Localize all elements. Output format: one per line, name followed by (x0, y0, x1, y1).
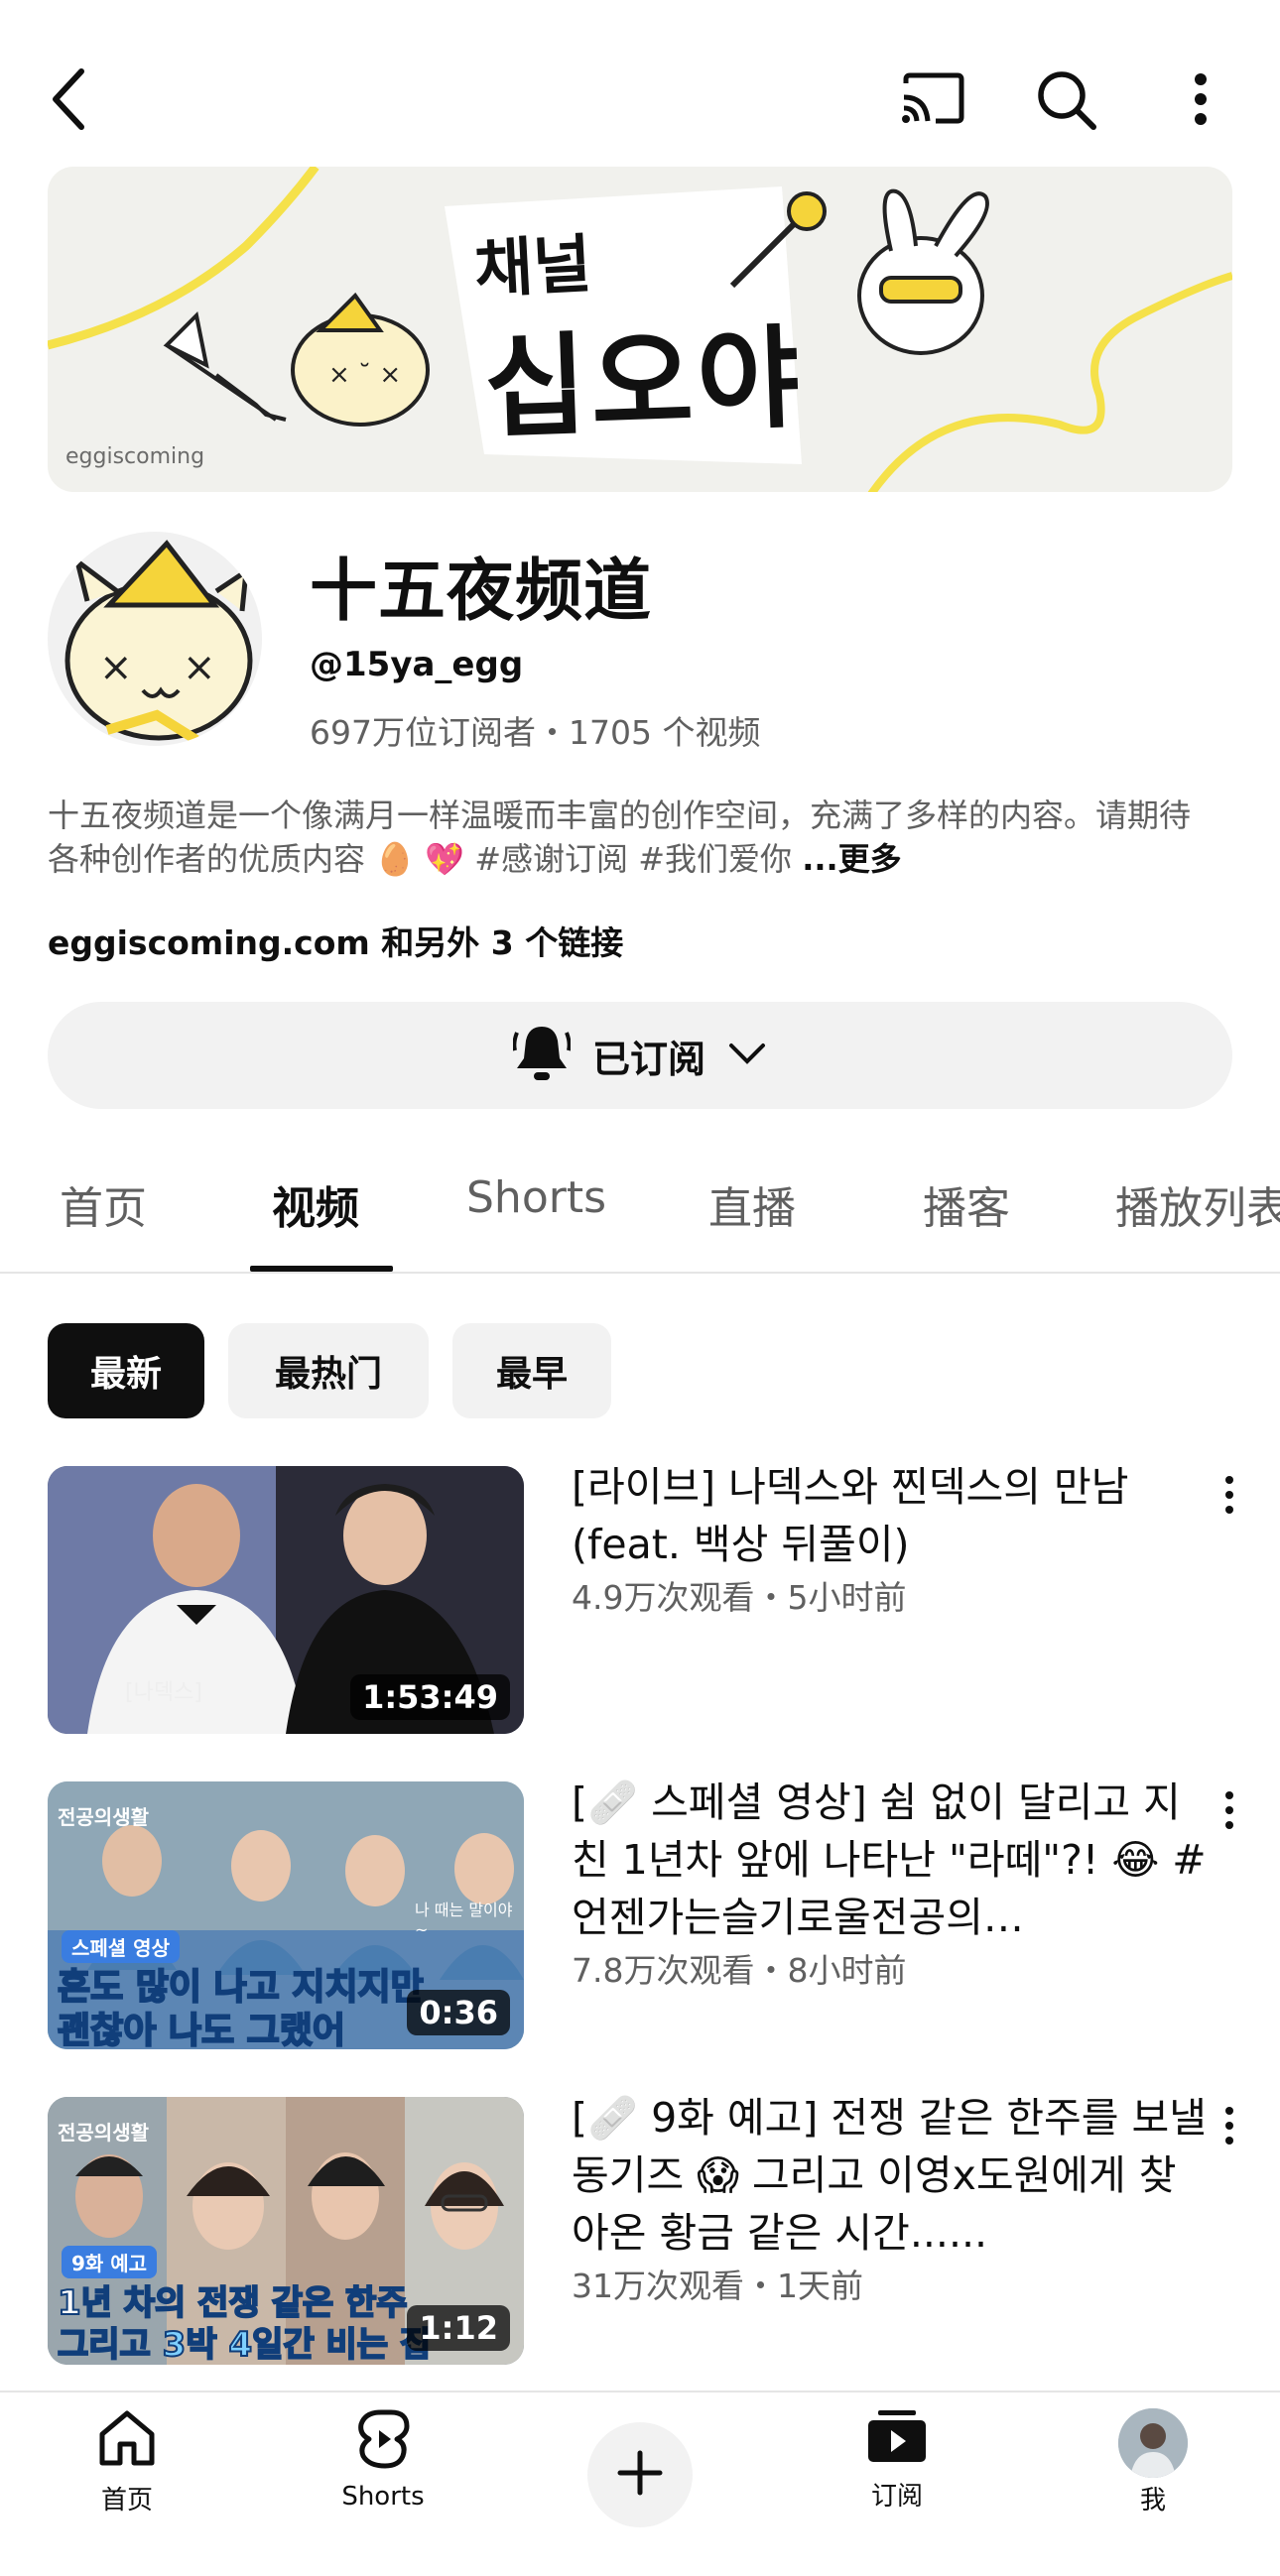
video-meta: 4.9万次观看・5小时前 (572, 1578, 907, 1617)
subscriptions-icon (866, 2408, 928, 2468)
shorts-icon (355, 2408, 411, 2474)
video-title[interactable]: [라이브] 나덱스와 찐덱스의 만남 (feat. 백상 뒤풀이) (572, 1458, 1207, 1573)
video-title[interactable]: [🩹 스페셜 영상] 쉼 없이 달리고 지친 1년차 앞에 나타난 "라떼"?!… (572, 1774, 1207, 1946)
subscribed-button[interactable]: 已订阅 (48, 1002, 1232, 1109)
subscribed-label: 已订阅 (591, 1037, 705, 1081)
channel-stats: 697万位订阅者・1705 个视频 (310, 713, 761, 752)
tab-podcasts[interactable]: 播客 (923, 1172, 1010, 1236)
nav-shorts[interactable]: Shorts (304, 2408, 462, 2512)
channel-links[interactable]: eggiscoming.com 和另外 3 个链接 (48, 917, 623, 964)
channel-tabs: 首页 视频 Shorts 直播 播客 播放列表 (0, 1159, 1280, 1274)
avatar (1118, 2408, 1188, 2478)
video-duration: 1:53:49 (350, 1674, 510, 1720)
video-meta: 31万次观看・1天前 (572, 2267, 863, 2305)
top-bar (0, 0, 1280, 159)
video-thumbnail[interactable]: 전공의생활 스페셜 영상 나 때는 말이야~ 혼도 많이 나고 지치지만 괜찮아… (48, 1781, 524, 2049)
thumbnail-line2: 괜찮아 나도 그랬어 (57, 2010, 346, 2049)
bell-icon (512, 1023, 572, 1088)
video-title[interactable]: [🩹 9화 예고] 전쟁 같은 한주를 보낼 동기즈 😱 그리고 이영x도원에게… (572, 2089, 1207, 2262)
nav-subscriptions-label: 订阅 (870, 2482, 923, 2512)
nav-home[interactable]: 首页 (48, 2408, 206, 2516)
video-thumbnail[interactable]: [나덱스] 1:53:49 (48, 1466, 524, 1734)
nav-subscriptions[interactable]: 订阅 (818, 2408, 976, 2513)
nav-home-label: 首页 (100, 2486, 153, 2515)
video-menu-icon[interactable] (1215, 1791, 1244, 1829)
chip-latest[interactable]: 最新 (48, 1323, 204, 1418)
plus-icon (616, 2449, 664, 2501)
channel-description[interactable]: 十五夜频道是一个像满月一样温暖而丰富的创作空间，充满了多样的内容。请期待各种创作… (48, 794, 1218, 881)
thumbnail-tag: 9화 예고 (62, 2246, 158, 2278)
banner-title-line2: 십오야 (482, 313, 806, 454)
more-link[interactable]: ...更多 (802, 840, 901, 878)
tab-videos[interactable]: 视频 (272, 1172, 359, 1236)
channel-banner: × ˘ × 채널 십오야 eggiscoming (48, 167, 1232, 492)
thumbnail-caption: [나덱스] (125, 1680, 202, 1705)
tab-shorts[interactable]: Shorts (466, 1172, 606, 1223)
svg-text:×: × (183, 645, 216, 690)
channel-avatar[interactable]: × × (48, 532, 262, 746)
video-meta: 7.8万次观看・8小时前 (572, 1951, 907, 1990)
create-button[interactable] (587, 2422, 693, 2527)
tab-playlists[interactable]: 播放列表 (1115, 1172, 1280, 1236)
chip-oldest[interactable]: 最早 (452, 1323, 611, 1418)
video-thumbnail[interactable]: 전공의생활 9화 예고 1년 차의 전쟁 같은 한주 그리고 3박 4일간 비는… (48, 2097, 524, 2365)
tab-live[interactable]: 直播 (708, 1172, 796, 1236)
channel-name: 十五夜频道 (310, 552, 653, 631)
video-duration: 0:36 (407, 1990, 510, 2035)
svg-text:× ˘ ×: × ˘ × (328, 360, 401, 390)
bottom-navigation: 首页 Shorts 订阅 我 (0, 2391, 1280, 2576)
cast-icon[interactable] (898, 67, 967, 129)
search-icon[interactable] (1032, 65, 1101, 135)
nav-you[interactable]: 我 (1074, 2408, 1232, 2516)
nav-you-label: 我 (1139, 2486, 1166, 2515)
active-tab-indicator (250, 1266, 393, 1272)
video-menu-icon[interactable] (1215, 1476, 1244, 1514)
thumbnail-small-text: 나 때는 말이야~ (415, 1901, 513, 1939)
svg-text:×: × (99, 645, 133, 690)
nav-shorts-label: Shorts (341, 2482, 425, 2512)
back-icon[interactable] (40, 60, 99, 139)
tab-home[interactable]: 首页 (60, 1172, 147, 1236)
thumbnail-logo: 전공의생활 (58, 1805, 149, 1829)
description-text: 十五夜频道是一个像满月一样温暖而丰富的创作空间，充满了多样的内容。请期待各种创作… (48, 797, 1192, 878)
video-duration: 1:12 (407, 2305, 510, 2351)
video-menu-icon[interactable] (1215, 2107, 1244, 2145)
home-icon (96, 2408, 158, 2472)
chip-popular[interactable]: 最热门 (228, 1323, 429, 1418)
thumbnail-line2: 그리고 3박 4일간 비는 집 (57, 2324, 432, 2365)
channel-handle: @15ya_egg (310, 645, 524, 684)
chevron-down-icon (727, 1042, 767, 1069)
more-options-icon[interactable] (1181, 69, 1220, 129)
banner-watermark: eggiscoming (65, 444, 205, 469)
thumbnail-logo: 전공의생활 (58, 2121, 149, 2145)
